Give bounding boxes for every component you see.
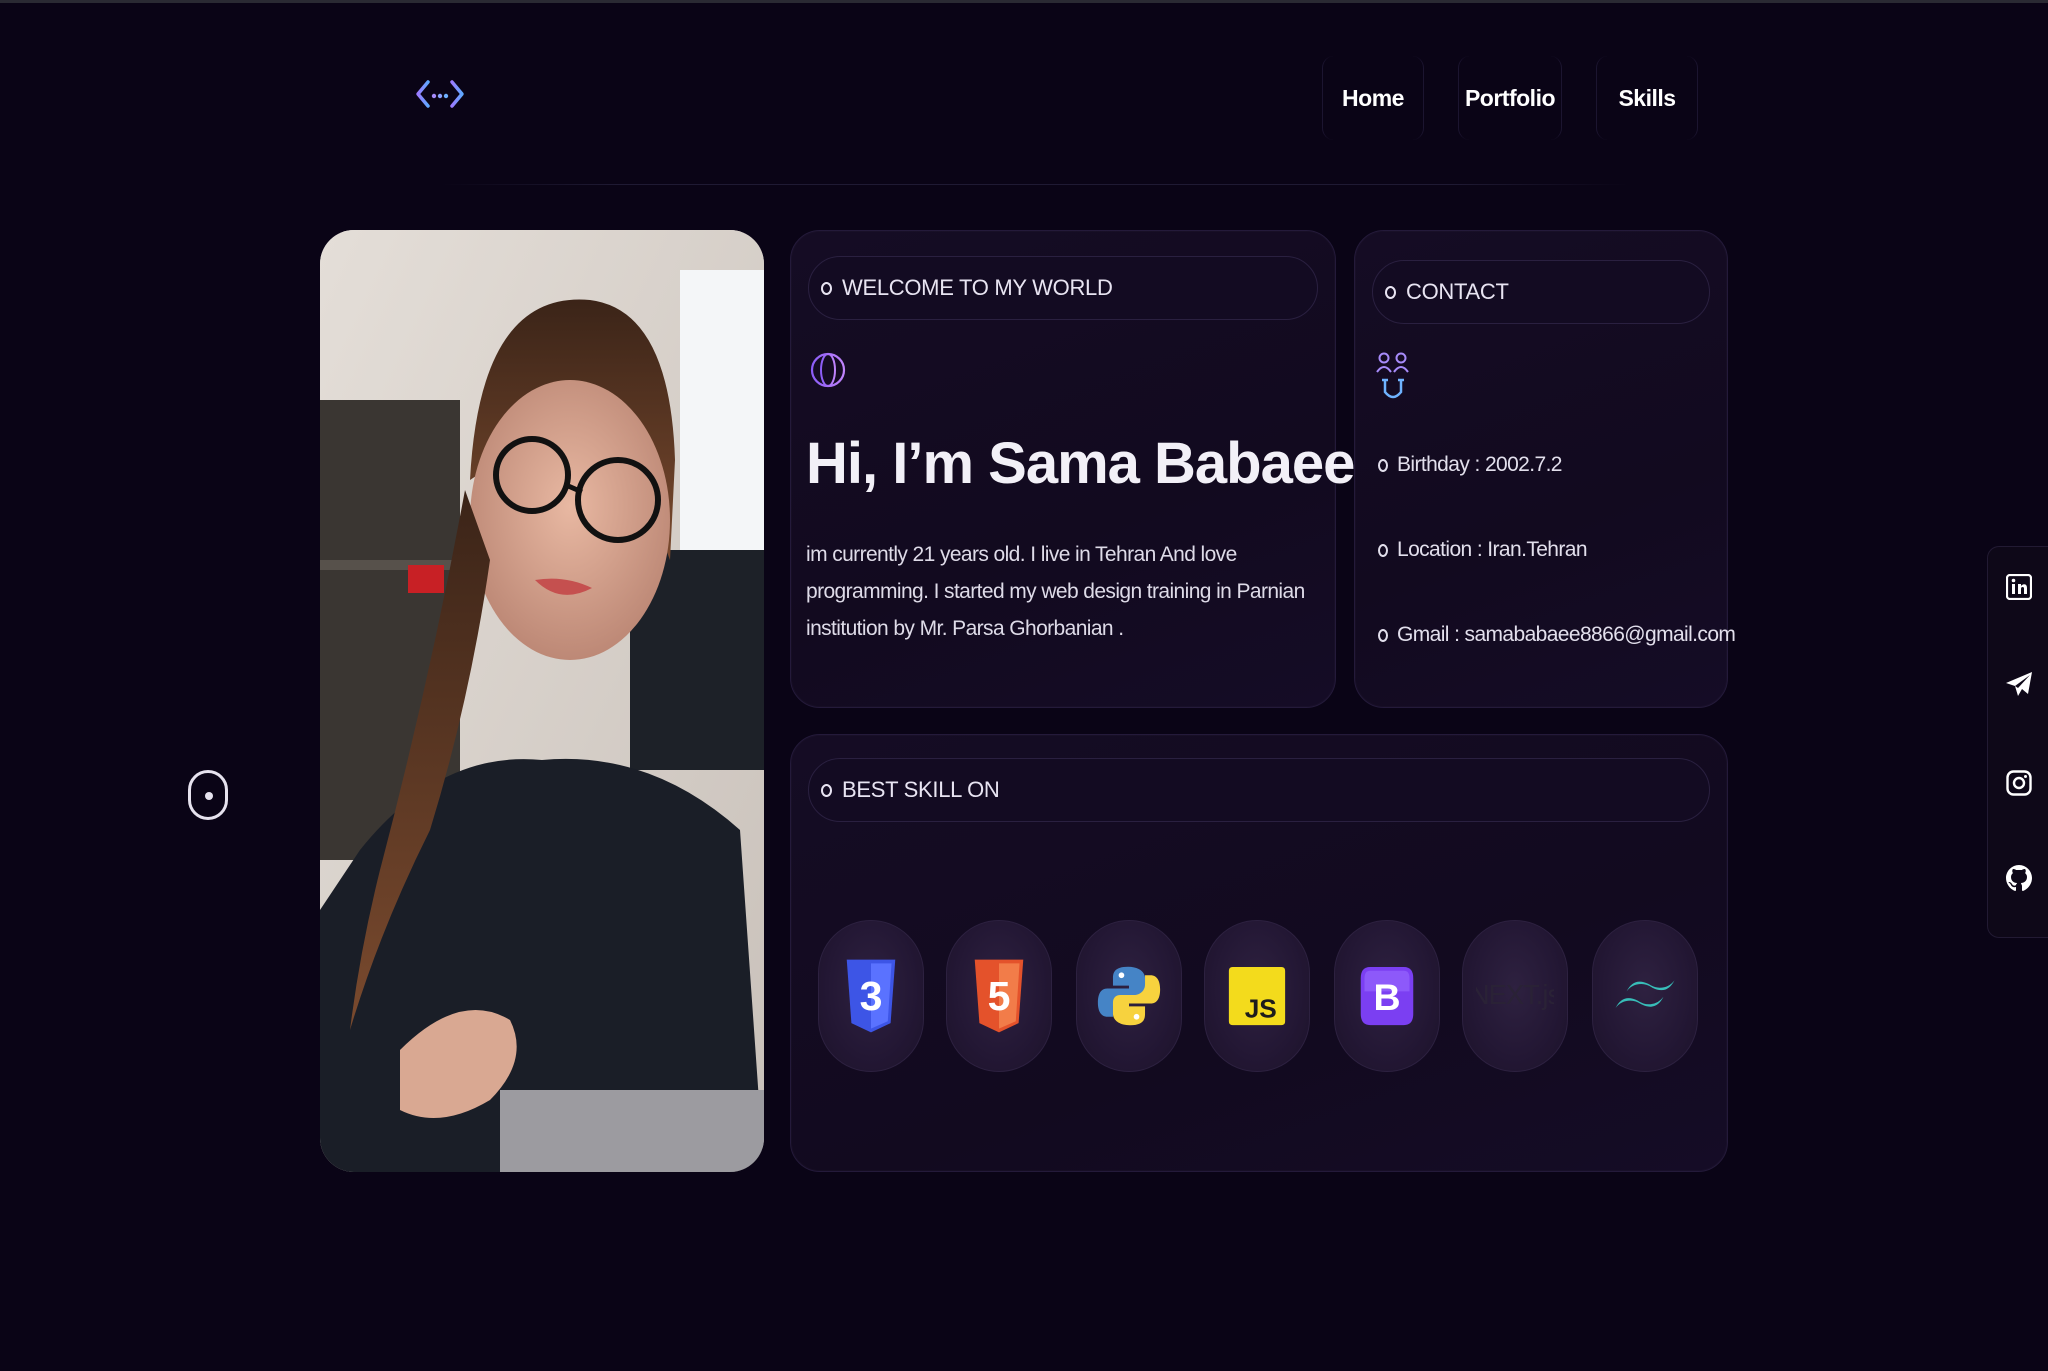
nav-portfolio-label: Portfolio — [1464, 84, 1556, 111]
bio-text: im currently 21 years old. I live in Teh… — [806, 543, 1305, 640]
bullet-icon — [1385, 285, 1396, 299]
python-icon — [1097, 966, 1161, 1026]
globe-icon — [808, 348, 848, 400]
telegram-link[interactable] — [2004, 670, 2032, 700]
skill-tailwind[interactable] — [1592, 920, 1698, 1072]
skill-css3[interactable]: 3 — [818, 920, 924, 1072]
css3-glyph: 3 — [860, 973, 883, 1019]
bootstrap-icon: B — [1360, 966, 1414, 1026]
skill-html5[interactable]: 5 — [946, 920, 1052, 1072]
bullet-icon — [821, 783, 832, 797]
profile-photo — [320, 230, 764, 1172]
html5-glyph: 5 — [988, 973, 1011, 1019]
github-icon — [2006, 865, 2032, 891]
linkedin-icon — [2005, 573, 2033, 601]
welcome-pill-label: WELCOME TO MY WORLD — [842, 275, 1113, 300]
contact-pill-label: CONTACT — [1406, 279, 1509, 304]
contact-gmail-text: Gmail : samababaee8866@gmail.com — [1397, 623, 1736, 646]
contact-location: Location : Iran.Tehran — [1378, 538, 1588, 562]
skill-bootstrap[interactable]: B — [1334, 920, 1440, 1072]
hero-title: Hi, I’m Sama Babaee — [806, 431, 1355, 496]
nextjs-icon: NEXT.js — [1476, 979, 1554, 1010]
skill-python[interactable] — [1076, 920, 1182, 1072]
contact-location-text: Location : Iran.Tehran — [1397, 538, 1588, 561]
bullet-icon — [821, 281, 832, 295]
skill-javascript[interactable]: JS — [1204, 920, 1310, 1072]
linkedin-link[interactable] — [2005, 573, 2033, 604]
javascript-icon: JS — [1228, 966, 1286, 1026]
contact-birthday-text: Birthday : 2002.7.2 — [1397, 453, 1562, 476]
nextjs-glyph: NEXT.js — [1476, 979, 1554, 1010]
scroll-indicator[interactable] — [188, 770, 228, 820]
contacts-icon — [1376, 350, 1410, 406]
bullet-icon — [1378, 543, 1388, 557]
contact-pill: CONTACT — [1372, 260, 1710, 324]
header-divider — [440, 184, 1630, 185]
contact-gmail[interactable]: Gmail : samababaee8866@gmail.com — [1378, 623, 1736, 647]
bootstrap-glyph: B — [1373, 976, 1400, 1018]
github-link[interactable] — [2005, 864, 2032, 894]
javascript-glyph: JS — [1245, 994, 1277, 1024]
skill-nextjs[interactable]: NEXT.js — [1462, 920, 1568, 1072]
code-logo-icon[interactable] — [414, 74, 466, 114]
tailwind-icon — [1615, 980, 1675, 1008]
css3-icon: 3 — [846, 959, 896, 1033]
html5-icon: 5 — [974, 959, 1024, 1033]
nav-skills[interactable]: Skills — [1596, 56, 1698, 140]
skills-pill-label: BEST SKILL ON — [842, 777, 1000, 802]
nav-home-label: Home — [1342, 84, 1404, 111]
nav-skills-label: Skills — [1618, 84, 1676, 111]
contact-birthday: Birthday : 2002.7.2 — [1378, 453, 1562, 477]
welcome-pill: WELCOME TO MY WORLD — [808, 256, 1318, 320]
bullet-icon — [1378, 458, 1388, 472]
instagram-link[interactable] — [2006, 770, 2032, 800]
nav-home[interactable]: Home — [1322, 56, 1424, 140]
scroll-dot-icon — [205, 792, 213, 800]
top-border — [0, 0, 2048, 3]
bullet-icon — [1378, 628, 1388, 642]
skills-pill: BEST SKILL ON — [808, 758, 1710, 822]
instagram-icon — [2006, 770, 2032, 796]
nav-portfolio[interactable]: Portfolio — [1458, 56, 1562, 140]
telegram-icon — [2006, 672, 2032, 696]
